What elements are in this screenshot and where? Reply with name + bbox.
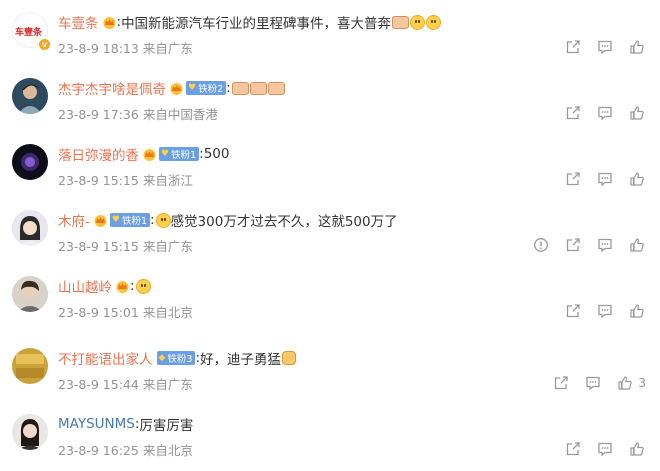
- fan-badge-label: 铁粉2: [198, 84, 224, 95]
- vip-crown-icon: [94, 214, 107, 227]
- fan-badge-label: 铁粉1: [121, 216, 147, 227]
- heart-icon: ♥: [161, 149, 170, 159]
- username[interactable]: 车壹条: [58, 12, 99, 32]
- vip-crown-icon: [103, 16, 115, 29]
- comment-location: 来自北京: [142, 443, 193, 458]
- vip-crown-icon: [170, 82, 183, 95]
- fan-badge: ♥ 铁粉1: [159, 147, 200, 161]
- comment-location: 来自广东: [142, 41, 193, 56]
- comment-time: 23-8-9 17:36: [58, 107, 139, 122]
- share-icon[interactable]: [564, 38, 582, 56]
- thumb-up-icon[interactable]: [628, 302, 646, 320]
- cake-emoji-icon: [267, 81, 285, 95]
- vip-crown-icon: [116, 280, 129, 293]
- cake-emoji-icon: [231, 81, 249, 95]
- thumb-up-icon[interactable]: [628, 440, 646, 458]
- like-count: 3: [638, 376, 646, 390]
- heart-icon: ♥: [111, 215, 120, 225]
- fan-badge-label: 铁粉3: [167, 354, 193, 365]
- vip-crown-icon: [143, 148, 156, 161]
- comment-item: 木府- ♥ 铁粉1 : 感觉300万才过去不久，这就500万了 23-8-9 15…: [0, 198, 660, 264]
- share-icon[interactable]: [564, 104, 582, 122]
- username[interactable]: MAYSUNMS: [58, 416, 135, 432]
- laugh-emoji-icon: [426, 14, 442, 30]
- share-icon[interactable]: [564, 170, 582, 188]
- comment-item: 落日弥漫的香 ♥ 铁粉1 : 500 23-8-9 15:15 来自浙江: [0, 132, 660, 198]
- comment-time: 23-8-9 15:15: [58, 239, 139, 254]
- username[interactable]: 杰宇杰宇啥是佩奇: [58, 78, 166, 98]
- comment-text: 500: [203, 146, 230, 162]
- fan-badge: ♥ 铁粉1: [109, 213, 150, 227]
- thumb-up-icon[interactable]: [628, 236, 646, 254]
- comment-item: 车壹条 v 车壹条 : 中国新能源汽车行业的里程碑事件，喜大普奔 23-8-9 …: [0, 0, 660, 66]
- comment-icon[interactable]: [596, 104, 614, 122]
- comment-location: 来自广东: [142, 377, 193, 392]
- fan-badge: ◆ 铁粉3: [156, 351, 196, 365]
- smile-emoji-icon: [135, 278, 151, 294]
- thinking-emoji-icon: [155, 212, 171, 228]
- comment-icon[interactable]: [596, 170, 614, 188]
- comment-time: 23-8-9 15:15: [58, 173, 139, 188]
- comment-text: 厉害厉害: [139, 418, 194, 434]
- thumbs-up-emoji-icon: [282, 351, 297, 365]
- thumb-up-icon[interactable]: [628, 170, 646, 188]
- comment-text: 好，迪子勇猛: [200, 352, 282, 368]
- comment-icon[interactable]: [596, 440, 614, 458]
- comment-time: 23-8-9 15:01: [58, 305, 139, 320]
- username[interactable]: 落日弥漫的香: [58, 144, 139, 164]
- avatar-logo-text: 车壹条: [15, 26, 43, 38]
- comment-location: 来自中国香港: [142, 107, 218, 122]
- comment-time: 23-8-9 18:13: [58, 41, 139, 56]
- comment-location: 来自浙江: [142, 173, 193, 188]
- report-icon[interactable]: [532, 236, 550, 254]
- celebrate-emoji-icon: [392, 15, 410, 29]
- cake-emoji-icon: [249, 81, 267, 95]
- share-icon[interactable]: [552, 374, 570, 392]
- comment-icon[interactable]: [596, 302, 614, 320]
- thumb-up-icon[interactable]: [628, 104, 646, 122]
- username[interactable]: 山山越岭: [58, 276, 112, 296]
- comment-separator: :: [130, 278, 135, 294]
- comment-time: 23-8-9 15:44: [58, 377, 139, 392]
- verified-badge: v: [38, 38, 51, 51]
- share-icon[interactable]: [564, 440, 582, 458]
- comment-text: 感觉300万才过去不久，这就500万了: [170, 214, 398, 230]
- thumb-up-icon[interactable]: [616, 374, 634, 392]
- comment-separator: :: [150, 212, 155, 228]
- comment-location: 来自广东: [142, 239, 193, 254]
- avatar[interactable]: [12, 78, 48, 114]
- comment-separator: :: [226, 80, 231, 96]
- comment-item: 不打能语出家人 ◆ 铁粉3 : 好，迪子勇猛 23-8-9 15:44 来自广东 …: [0, 336, 660, 402]
- thumb-up-icon[interactable]: [628, 38, 646, 56]
- comment-icon[interactable]: [584, 374, 602, 392]
- heart-icon: ♥: [188, 83, 197, 93]
- avatar[interactable]: [12, 348, 48, 384]
- comment-item: 杰宇杰宇啥是佩奇 ♥ 铁粉2 : 23-8-9 17:36 来自中国香港: [0, 66, 660, 132]
- comment-icon[interactable]: [596, 38, 614, 56]
- avatar[interactable]: [12, 210, 48, 246]
- comment-icon[interactable]: [596, 236, 614, 254]
- smile-emoji-icon: [410, 14, 426, 30]
- comment-time: 23-8-9 16:25: [58, 443, 139, 458]
- comment-location: 来自北京: [142, 305, 193, 320]
- avatar[interactable]: [12, 276, 48, 312]
- fan-badge-label: 铁粉1: [171, 150, 197, 161]
- diamond-icon: ◆: [158, 353, 166, 363]
- fan-badge: ♥ 铁粉2: [186, 81, 227, 95]
- share-icon[interactable]: [564, 236, 582, 254]
- comment-text: 中国新能源汽车行业的里程碑事件，喜大普奔: [121, 16, 392, 32]
- avatar[interactable]: [12, 414, 48, 450]
- username[interactable]: 木府-: [58, 210, 90, 230]
- username[interactable]: 不打能语出家人: [58, 348, 153, 368]
- avatar[interactable]: [12, 144, 48, 180]
- share-icon[interactable]: [564, 302, 582, 320]
- comment-item: 山山越岭 : 23-8-9 15:01 来自北京: [0, 264, 660, 330]
- comment-item: MAYSUNMS : 厉害厉害 23-8-9 16:25 来自北京: [0, 402, 660, 468]
